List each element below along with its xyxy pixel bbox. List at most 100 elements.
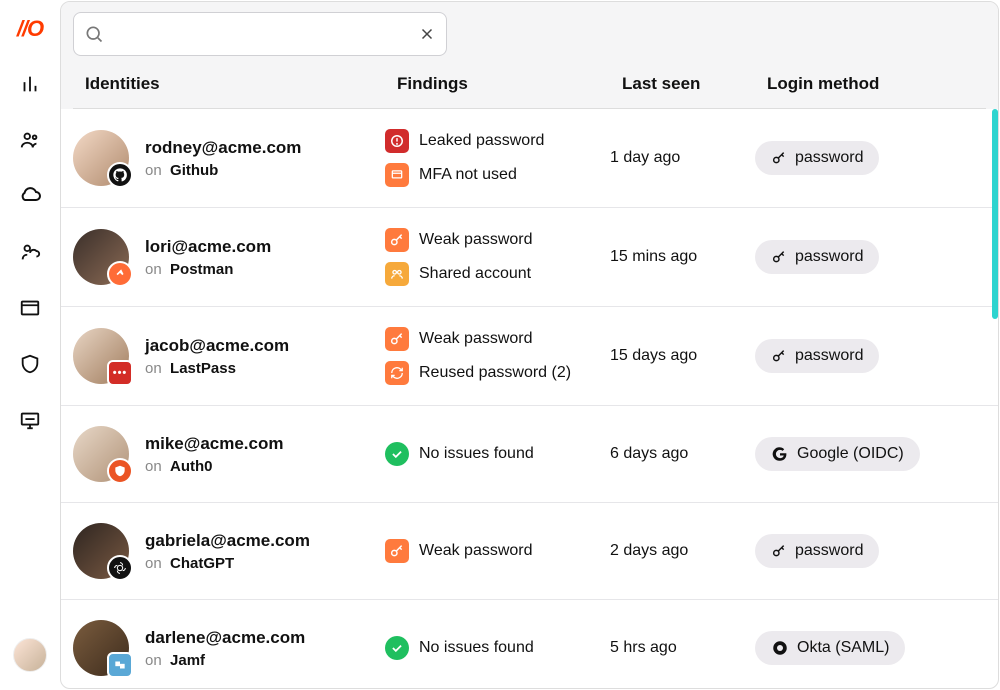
identity-provider: ChatGPT bbox=[170, 555, 234, 572]
identity-cell: gabriela@acme.com on ChatGPT bbox=[73, 523, 385, 579]
nav-security[interactable] bbox=[16, 350, 44, 378]
login-method-cell: password bbox=[755, 240, 986, 274]
search-field[interactable] bbox=[73, 12, 447, 56]
finding-item: Shared account bbox=[385, 262, 610, 286]
identity-provider: LastPass bbox=[170, 360, 236, 377]
current-user-avatar[interactable] bbox=[13, 638, 47, 672]
finding-icon bbox=[385, 327, 409, 351]
users-icon bbox=[19, 129, 41, 151]
provider-badge-icon bbox=[107, 261, 133, 287]
login-method-cell: password bbox=[755, 141, 986, 175]
on-label: on bbox=[145, 458, 162, 475]
main-panel: Identities Findings Last seen Login meth… bbox=[60, 1, 999, 689]
identity-cell: ••• jacob@acme.com on LastPass bbox=[73, 328, 385, 384]
identity-provider: Auth0 bbox=[170, 458, 213, 475]
finding-icon bbox=[385, 539, 409, 563]
finding-label: Weak password bbox=[419, 542, 533, 560]
avatar bbox=[73, 523, 129, 579]
nav-identity[interactable] bbox=[16, 238, 44, 266]
avatar bbox=[73, 130, 129, 186]
finding-icon bbox=[385, 262, 409, 286]
identity-provider: Postman bbox=[170, 261, 233, 278]
finding-item: Weak password bbox=[385, 327, 610, 351]
header-identities: Identities bbox=[85, 74, 397, 94]
login-method-cell: Google (OIDC) bbox=[755, 437, 986, 471]
identity-email: rodney@acme.com bbox=[145, 138, 301, 158]
nav-users[interactable] bbox=[16, 126, 44, 154]
identity-provider-line: on Jamf bbox=[145, 652, 305, 669]
login-method-pill: password bbox=[755, 339, 879, 373]
window-icon bbox=[19, 297, 41, 319]
table-row[interactable]: mike@acme.com on Auth0 No issues found6 … bbox=[61, 406, 998, 503]
shield-icon bbox=[19, 353, 41, 375]
identity-text: jacob@acme.com on LastPass bbox=[145, 336, 289, 377]
last-seen-cell: 5 hrs ago bbox=[610, 639, 755, 657]
findings-cell: Weak password bbox=[385, 539, 610, 563]
identities-list[interactable]: rodney@acme.com on Github Leaked passwor… bbox=[61, 109, 998, 688]
key-icon bbox=[771, 543, 787, 559]
identity-text: gabriela@acme.com on ChatGPT bbox=[145, 531, 310, 572]
login-method-pill: password bbox=[755, 240, 879, 274]
login-method-pill: Okta (SAML) bbox=[755, 631, 905, 665]
last-seen-cell: 15 days ago bbox=[610, 347, 755, 365]
provider-badge-icon bbox=[107, 555, 133, 581]
identity-provider-line: on LastPass bbox=[145, 360, 289, 377]
topbar: Identities Findings Last seen Login meth… bbox=[61, 2, 998, 109]
findings-cell: Weak password Shared account bbox=[385, 228, 610, 286]
finding-label: No issues found bbox=[419, 445, 534, 463]
cloud-icon bbox=[18, 184, 42, 208]
table-row[interactable]: gabriela@acme.com on ChatGPT Weak passwo… bbox=[61, 503, 998, 600]
finding-label: MFA not used bbox=[419, 166, 517, 184]
findings-cell: Leaked password MFA not used bbox=[385, 129, 610, 187]
login-method-pill: password bbox=[755, 141, 879, 175]
nav-dashboard[interactable] bbox=[16, 70, 44, 98]
bar-chart-icon bbox=[19, 73, 41, 95]
identity-cell: rodney@acme.com on Github bbox=[73, 130, 385, 186]
login-method-cell: Okta (SAML) bbox=[755, 631, 986, 665]
login-method-label: password bbox=[795, 347, 863, 365]
search-input[interactable] bbox=[104, 26, 418, 43]
finding-label: Weak password bbox=[419, 231, 533, 249]
table-row[interactable]: lori@acme.com on Postman Weak password S… bbox=[61, 208, 998, 307]
provider-badge-icon bbox=[107, 162, 133, 188]
table-row[interactable]: rodney@acme.com on Github Leaked passwor… bbox=[61, 109, 998, 208]
nav-cloud[interactable] bbox=[16, 182, 44, 210]
clear-search-icon[interactable] bbox=[418, 25, 436, 43]
findings-cell: No issues found bbox=[385, 442, 610, 466]
identity-cell: darlene@acme.com on Jamf bbox=[73, 620, 385, 676]
finding-item: MFA not used bbox=[385, 163, 610, 187]
finding-item: Weak password bbox=[385, 539, 610, 563]
login-method-label: password bbox=[795, 542, 863, 560]
sidebar: //O bbox=[0, 0, 60, 690]
finding-item: No issues found bbox=[385, 442, 610, 466]
scrollbar[interactable] bbox=[992, 109, 998, 319]
finding-label: Weak password bbox=[419, 330, 533, 348]
identity-text: mike@acme.com on Auth0 bbox=[145, 434, 283, 475]
avatar bbox=[73, 229, 129, 285]
identity-provider: Jamf bbox=[170, 652, 205, 669]
user-cloud-icon bbox=[19, 241, 41, 263]
finding-item: Reused password (2) bbox=[385, 361, 610, 385]
finding-icon bbox=[385, 361, 409, 385]
finding-item: No issues found bbox=[385, 636, 610, 660]
identity-email: mike@acme.com bbox=[145, 434, 283, 454]
on-label: on bbox=[145, 162, 162, 179]
on-label: on bbox=[145, 555, 162, 572]
table-row[interactable]: darlene@acme.com on Jamf No issues found… bbox=[61, 600, 998, 688]
on-label: on bbox=[145, 652, 162, 669]
key-icon bbox=[771, 348, 787, 364]
identity-provider-line: on ChatGPT bbox=[145, 555, 310, 572]
avatar: ••• bbox=[73, 328, 129, 384]
finding-item: Leaked password bbox=[385, 129, 610, 153]
table-row[interactable]: ••• jacob@acme.com on LastPass Weak pass… bbox=[61, 307, 998, 406]
provider-badge-icon bbox=[107, 652, 133, 678]
header-findings: Findings bbox=[397, 74, 622, 94]
nav-devices[interactable] bbox=[16, 406, 44, 434]
finding-icon bbox=[385, 129, 409, 153]
findings-cell: No issues found bbox=[385, 636, 610, 660]
login-method-cell: password bbox=[755, 534, 986, 568]
brand-logo: //O bbox=[17, 16, 43, 42]
login-method-cell: password bbox=[755, 339, 986, 373]
avatar bbox=[73, 620, 129, 676]
nav-apps[interactable] bbox=[16, 294, 44, 322]
